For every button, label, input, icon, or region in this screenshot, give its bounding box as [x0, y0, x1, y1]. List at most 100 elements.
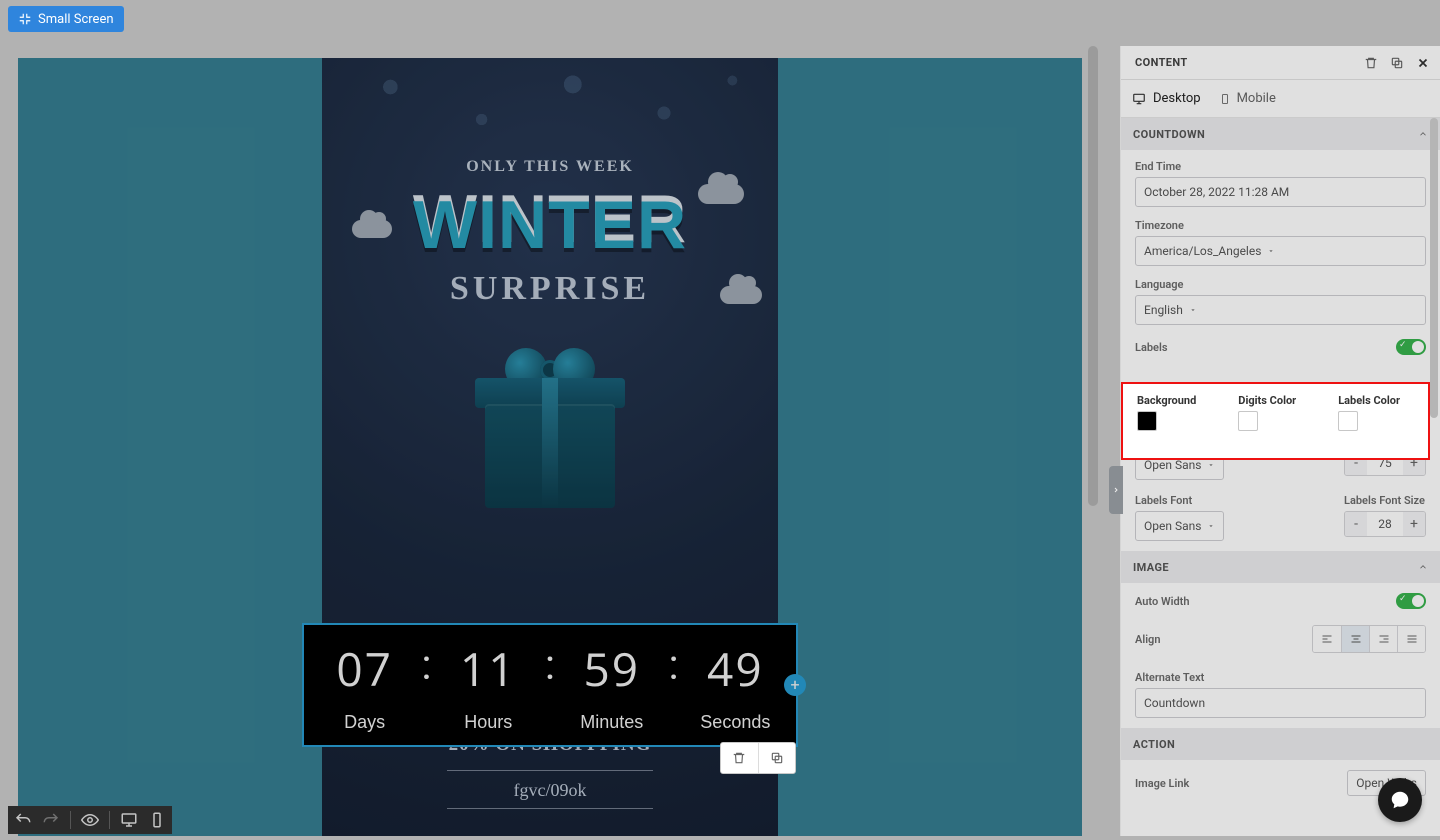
chat-widget-button[interactable]: [1378, 778, 1422, 822]
countdown-hours: 11: [432, 638, 545, 700]
countdown-separator: :: [421, 629, 431, 690]
mobile-icon: [1219, 91, 1231, 107]
language-select[interactable]: English: [1135, 295, 1426, 325]
countdown-seconds: 49: [679, 638, 792, 700]
mobile-device-icon[interactable]: [148, 811, 166, 829]
trash-icon: [732, 751, 746, 765]
align-left-button[interactable]: [1313, 626, 1341, 652]
only-this-week-text: ONLY THIS WEEK: [322, 158, 778, 176]
countdown-minutes: 59: [555, 638, 668, 700]
countdown-days: 07: [308, 638, 421, 700]
chevron-up-icon: [1418, 129, 1428, 139]
countdown-hours-label: Hours: [432, 712, 545, 733]
cloud-decoration: [352, 220, 392, 238]
preview-eye-icon[interactable]: [81, 811, 99, 829]
language-value: English: [1144, 303, 1183, 317]
tab-desktop[interactable]: Desktop: [1131, 91, 1201, 106]
side-expand-handle[interactable]: [1109, 466, 1123, 514]
email-canvas[interactable]: ONLY THIS WEEK WINTER SURPRISE USE GIFT …: [18, 58, 1082, 836]
cloud-decoration: [698, 184, 744, 204]
alt-text-field[interactable]: [1135, 688, 1426, 718]
countdown-block[interactable]: 07 Days : 11 Hours : 59 Minutes : 49 Sec…: [302, 623, 798, 747]
digits-color-swatch[interactable]: [1238, 411, 1258, 431]
labels-color-label: Labels Color: [1338, 394, 1400, 407]
labels-font-size-input[interactable]: [1367, 512, 1403, 536]
countdown-separator: :: [545, 629, 555, 690]
background-color-label: Background: [1137, 394, 1196, 407]
separator: [70, 811, 71, 829]
delete-block-button[interactable]: [721, 743, 758, 773]
color-swatches-highlight: Background Digits Color Labels Color: [1121, 382, 1430, 460]
align-buttons: [1312, 625, 1426, 653]
timezone-label: Timezone: [1135, 219, 1426, 232]
copy-icon: [770, 751, 784, 765]
stepper-increment[interactable]: +: [1403, 512, 1425, 536]
chevron-up-icon: [1418, 562, 1428, 572]
desktop-icon: [1131, 92, 1147, 106]
surprise-text: SURPRISE: [322, 270, 778, 308]
close-icon[interactable]: [1416, 56, 1430, 70]
section-action-title: ACTION: [1133, 738, 1175, 751]
align-center-button[interactable]: [1341, 626, 1369, 652]
divider: [447, 770, 653, 771]
caret-down-icon: [1267, 247, 1275, 255]
block-quick-actions: [720, 742, 796, 774]
small-screen-button[interactable]: Small Screen: [8, 6, 124, 32]
duplicate-icon[interactable]: [1390, 56, 1404, 70]
countdown-seconds-label: Seconds: [679, 712, 792, 733]
undo-icon[interactable]: [14, 811, 32, 829]
alt-text-label: Alternate Text: [1135, 671, 1426, 684]
timezone-value: America/Los_Angeles: [1144, 244, 1261, 258]
tab-mobile[interactable]: Mobile: [1219, 91, 1276, 107]
labels-font-select[interactable]: Open Sans: [1135, 511, 1224, 541]
auto-width-label: Auto Width: [1135, 595, 1189, 608]
section-action-header[interactable]: ACTION: [1121, 728, 1440, 760]
trash-icon[interactable]: [1364, 56, 1378, 70]
end-time-label: End Time: [1135, 160, 1426, 173]
section-countdown-header[interactable]: COUNTDOWN: [1121, 118, 1440, 150]
small-screen-label: Small Screen: [38, 12, 114, 27]
chat-icon: [1389, 789, 1411, 811]
desktop-device-icon[interactable]: [120, 811, 138, 829]
panel-scrollbar[interactable]: [1428, 118, 1438, 836]
canvas-scrollbar[interactable]: [1086, 46, 1100, 836]
align-right-button[interactable]: [1369, 626, 1397, 652]
labels-color-swatch[interactable]: [1338, 411, 1358, 431]
voucher-code: fgvc/09ok: [322, 780, 778, 801]
section-countdown-title: COUNTDOWN: [1133, 128, 1205, 141]
language-label: Language: [1135, 278, 1426, 291]
cloud-decoration: [720, 286, 762, 304]
labels-toggle[interactable]: ✓: [1396, 339, 1426, 355]
canvas-viewport: ONLY THIS WEEK WINTER SURPRISE USE GIFT …: [18, 46, 1100, 836]
labels-font-value: Open Sans: [1144, 519, 1201, 533]
separator: [109, 811, 110, 829]
timezone-select[interactable]: America/Los_Angeles: [1135, 236, 1426, 266]
digits-font-value: Open Sans: [1144, 458, 1201, 472]
tab-mobile-label: Mobile: [1237, 91, 1276, 106]
background-color-swatch[interactable]: [1137, 411, 1157, 431]
image-link-label: Image Link: [1135, 777, 1189, 790]
history-toolbar: [8, 806, 172, 834]
tab-desktop-label: Desktop: [1153, 91, 1201, 106]
panel-title: CONTENT: [1135, 56, 1188, 69]
countdown-separator: :: [668, 629, 678, 690]
gift-image: [475, 338, 625, 508]
auto-width-toggle[interactable]: ✓: [1396, 593, 1426, 609]
duplicate-block-button[interactable]: [758, 743, 796, 773]
section-image-header[interactable]: IMAGE: [1121, 551, 1440, 583]
align-justify-button[interactable]: [1397, 626, 1425, 652]
end-time-field[interactable]: [1135, 177, 1426, 207]
caret-down-icon: [1207, 461, 1215, 469]
section-image-title: IMAGE: [1133, 561, 1169, 574]
labels-font-label: Labels Font: [1135, 494, 1224, 507]
labels-font-size-stepper[interactable]: - +: [1344, 511, 1426, 537]
caret-down-icon: [1189, 306, 1197, 314]
stepper-decrement[interactable]: -: [1345, 512, 1367, 536]
collapse-icon: [18, 12, 32, 26]
countdown-days-label: Days: [308, 712, 421, 733]
chevron-right-icon: [1112, 484, 1120, 496]
add-block-handle[interactable]: +: [784, 674, 806, 696]
redo-icon[interactable]: [42, 811, 60, 829]
caret-down-icon: [1207, 522, 1215, 530]
divider: [447, 808, 653, 809]
